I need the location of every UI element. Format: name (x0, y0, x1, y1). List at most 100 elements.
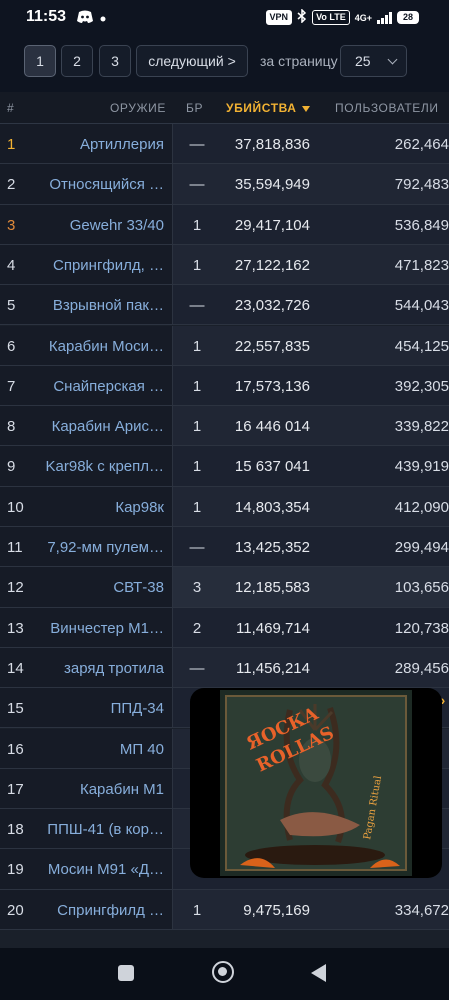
weapon-link[interactable]: Снайперская … (33, 365, 173, 406)
users-cell: 544,043 (394, 297, 449, 315)
br-cell: — (189, 136, 205, 153)
rank-cell: 1 (0, 124, 33, 164)
users-cell: 103,656 (394, 579, 449, 597)
header-users[interactable]: ПОЛЬЗОВАТЕЛИ (335, 101, 439, 115)
table-row[interactable]: 2 Относящийся … — 35,594,949 792,483 (0, 164, 449, 205)
table-row[interactable]: 14 заряд тротила — 11,456,214 289,456 (0, 647, 449, 689)
table-row[interactable]: 13 Винчестер М1… 2 11,469,714 120,738 (0, 607, 449, 648)
users-cell: 392,305 (394, 377, 449, 395)
br-cell: — (189, 297, 205, 315)
table-row[interactable]: 5 Взрывной пак… — 23,032,726 544,043 (0, 285, 449, 326)
br-cell: 1 (192, 458, 202, 476)
sort-desc-icon (301, 105, 310, 112)
rank-cell: 15 (0, 688, 33, 728)
header-weapon[interactable]: ОРУЖИЕ (110, 101, 166, 115)
users-cell: 262,464 (394, 136, 449, 153)
kills-cell: 35,594,949 (234, 176, 310, 194)
users-cell: 439,919 (394, 458, 449, 476)
br-cell: 1 (192, 377, 202, 395)
weapon-link[interactable]: Мосин М91 «Д… (33, 849, 173, 889)
status-icons: VPN Vo LTE 4G+ 28 (265, 8, 419, 26)
kills-cell: 13,425,352 (234, 539, 310, 556)
br-cell: 1 (192, 216, 202, 234)
weapon-link[interactable]: МП 40 (33, 728, 173, 768)
weapon-link[interactable]: ППД-34 (33, 688, 173, 728)
br-cell: 1 (192, 337, 202, 355)
weapon-link[interactable]: Винчестер М1… (33, 607, 173, 647)
users-cell: 536,849 (394, 216, 449, 234)
kills-cell: 9,475,169 (243, 901, 310, 919)
table-row[interactable]: 9 Kar98k с крепл… 1 15 637 041 439,919 (0, 446, 449, 487)
weapon-link[interactable]: Спрингфилд … (33, 889, 173, 929)
signal-icon (377, 11, 392, 24)
page-button-3[interactable]: 3 (99, 45, 131, 77)
br-cell: 3 (192, 579, 202, 597)
br-cell: — (189, 176, 205, 194)
rank-cell: 19 (0, 849, 33, 889)
page-button-1[interactable]: 1 (24, 45, 56, 77)
video-pip-window[interactable]: ЯОСКА ROLLAS Pagan Ritual (190, 688, 442, 878)
weapon-link[interactable]: Kar98k с крепл… (33, 446, 173, 486)
weapon-link[interactable]: Артиллерия (33, 124, 173, 164)
users-cell: 412,090 (394, 498, 449, 516)
users-cell: 454,125 (394, 337, 449, 355)
header-kills[interactable]: УБИЙСТВА (226, 101, 310, 115)
weapon-link[interactable]: Кар98к (33, 486, 173, 526)
page-button-2[interactable]: 2 (61, 45, 93, 77)
rank-cell: 6 (0, 325, 33, 365)
table-row[interactable]: 3 Gewehr 33/40 1 29,417,104 536,849 (0, 204, 449, 245)
table-row[interactable]: 20 Спрингфилд … 1 9,475,169 334,672 (0, 889, 449, 930)
rank-cell: 3 (0, 204, 33, 244)
nav-back-icon[interactable] (311, 964, 326, 982)
header-br[interactable]: БР (186, 101, 203, 115)
table-row[interactable]: 6 Карабин Моси… 1 22,557,835 454,125 (0, 325, 449, 366)
weapon-link[interactable]: заряд тротила (33, 647, 173, 688)
weapon-link[interactable]: Gewehr 33/40 (33, 204, 173, 244)
rank-cell: 11 (0, 527, 33, 567)
kills-cell: 27,122,162 (234, 256, 310, 274)
table-row[interactable]: 10 Кар98к 1 14,803,354 412,090 (0, 486, 449, 527)
rank-cell: 8 (0, 406, 33, 446)
kills-cell: 23,032,726 (234, 297, 310, 315)
table-row[interactable]: 11 7,92-мм пулем… — 13,425,352 299,494 (0, 527, 449, 568)
rank-cell: 12 (0, 567, 33, 607)
weapon-link[interactable]: СВТ-38 (33, 567, 173, 607)
users-cell: 289,456 (394, 659, 449, 677)
table-row[interactable]: 1 Артиллерия — 37,818,836 262,464 (0, 124, 449, 165)
kills-cell: 15 637 041 (234, 458, 310, 476)
table-row[interactable]: 12 СВТ-38 3 12,185,583 103,656 (0, 567, 449, 608)
table-row[interactable]: 4 Спрингфилд, … 1 27,122,162 471,823 (0, 244, 449, 286)
weapon-link[interactable]: 7,92-мм пулем… (33, 527, 173, 567)
rank-cell: 20 (0, 889, 33, 929)
br-cell: — (189, 659, 205, 677)
per-page-value: 25 (355, 53, 371, 69)
weapon-link[interactable]: Относящийся … (33, 164, 173, 204)
weapon-link[interactable]: Карабин Моси… (33, 325, 173, 365)
nav-home-icon[interactable] (212, 961, 234, 983)
weapon-link[interactable]: Карабин Арис… (33, 406, 173, 446)
per-page-select[interactable]: 25 (340, 45, 407, 77)
table-row[interactable]: 8 Карабин Арис… 1 16 446 014 339,822 (0, 406, 449, 447)
battery-icon: 28 (397, 11, 419, 24)
volte-icon: Vo LTE (312, 10, 350, 25)
rank-cell: 10 (0, 486, 33, 526)
table-header: # ОРУЖИЕ БР УБИЙСТВА ПОЛЬЗОВАТЕЛИ (0, 92, 449, 124)
users-cell: 792,483 (394, 176, 449, 194)
vpn-icon: VPN (265, 10, 293, 25)
header-rank: # (7, 101, 15, 115)
kills-cell: 11,456,214 (236, 659, 310, 677)
nav-recents-icon[interactable] (118, 965, 134, 981)
next-page-button[interactable]: следующий > (136, 45, 248, 77)
users-cell: 120,738 (394, 619, 449, 637)
weapon-link[interactable]: ППШ-41 (в кор… (33, 809, 173, 849)
weapon-link[interactable]: Спрингфилд, … (33, 244, 173, 285)
status-bar: 11:53 VPN Vo LTE 4G+ 28 (0, 0, 449, 36)
weapon-link[interactable]: Взрывной пак… (33, 285, 173, 325)
br-cell: 1 (192, 256, 202, 274)
users-cell: 334,672 (394, 901, 449, 919)
br-cell: — (189, 539, 205, 556)
kills-cell: 12,185,583 (234, 579, 310, 597)
table-row[interactable]: 7 Снайперская … 1 17,573,136 392,305 (0, 365, 449, 407)
weapon-link[interactable]: Карабин М1 (33, 768, 173, 809)
rank-cell: 17 (0, 768, 33, 809)
